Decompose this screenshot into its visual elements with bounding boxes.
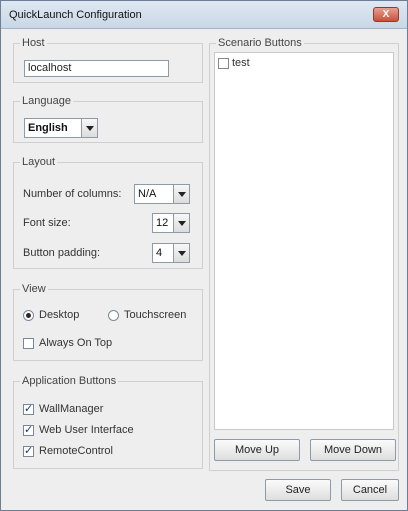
window-title: QuickLaunch Configuration <box>9 9 142 21</box>
language-group: Language English <box>13 95 203 143</box>
always-on-top-checkbox[interactable] <box>23 338 34 349</box>
title-bar[interactable]: QuickLaunch Configuration X <box>1 1 407 29</box>
chevron-down-icon[interactable] <box>81 119 97 137</box>
language-select[interactable]: English <box>24 118 98 138</box>
language-legend: Language <box>20 95 73 107</box>
web-user-interface-checkbox[interactable] <box>23 423 34 436</box>
columns-select[interactable]: N/A <box>134 184 190 204</box>
touchscreen-label[interactable]: Touchscreen <box>124 309 186 321</box>
move-down-button[interactable]: Move Down <box>310 439 396 461</box>
cancel-button[interactable]: Cancel <box>341 479 399 501</box>
application-buttons-legend: Application Buttons <box>20 375 119 387</box>
close-icon: X <box>382 9 390 20</box>
host-group: Host localhost <box>13 37 203 83</box>
always-on-top-label[interactable]: Always On Top <box>39 337 112 349</box>
desktop-radio[interactable] <box>23 310 34 321</box>
font-size-label: Font size: <box>23 217 71 229</box>
padding-label: Button padding: <box>23 247 101 259</box>
wallmanager-label[interactable]: WallManager <box>39 403 103 415</box>
host-input[interactable]: localhost <box>24 60 169 77</box>
font-size-value: 12 <box>156 217 169 229</box>
chevron-down-icon[interactable] <box>173 185 189 203</box>
columns-label: Number of columns: <box>23 188 122 200</box>
padding-value: 4 <box>156 247 163 259</box>
desktop-label[interactable]: Desktop <box>39 309 79 321</box>
remotecontrol-label[interactable]: RemoteControl <box>39 445 113 457</box>
chevron-down-icon[interactable] <box>173 244 189 262</box>
layout-group: Layout Number of columns: N/A Font size:… <box>13 156 203 269</box>
close-button[interactable]: X <box>373 7 399 22</box>
chevron-down-icon[interactable] <box>173 214 189 232</box>
view-legend: View <box>20 283 48 295</box>
scenario-test-checkbox[interactable] <box>218 58 229 69</box>
wallmanager-checkbox[interactable] <box>23 402 34 415</box>
padding-select[interactable]: 4 <box>152 243 190 263</box>
host-legend: Host <box>20 37 47 49</box>
move-up-button[interactable]: Move Up <box>214 439 300 461</box>
web-user-interface-label[interactable]: Web User Interface <box>39 424 134 436</box>
scenario-buttons-group: Scenario Buttons test Move Up Move Down <box>209 37 399 471</box>
remotecontrol-checkbox[interactable] <box>23 444 34 457</box>
touchscreen-radio[interactable] <box>108 310 119 321</box>
scenario-test-label[interactable]: test <box>232 57 250 69</box>
scenario-list[interactable]: test <box>214 52 394 430</box>
font-size-select[interactable]: 12 <box>152 213 190 233</box>
dialog-content: Host localhost Language English Layout N… <box>7 31 401 506</box>
columns-value: N/A <box>138 188 157 200</box>
view-group: View Desktop Touchscreen Always On Top <box>13 283 203 361</box>
application-buttons-group: Application Buttons WallManager Web User… <box>13 375 203 469</box>
scenario-buttons-legend: Scenario Buttons <box>216 37 304 49</box>
layout-legend: Layout <box>20 156 58 168</box>
save-button[interactable]: Save <box>265 479 331 501</box>
quicklaunch-config-window: QuickLaunch Configuration X Host localho… <box>0 0 408 511</box>
language-selected-value: English <box>28 122 68 134</box>
